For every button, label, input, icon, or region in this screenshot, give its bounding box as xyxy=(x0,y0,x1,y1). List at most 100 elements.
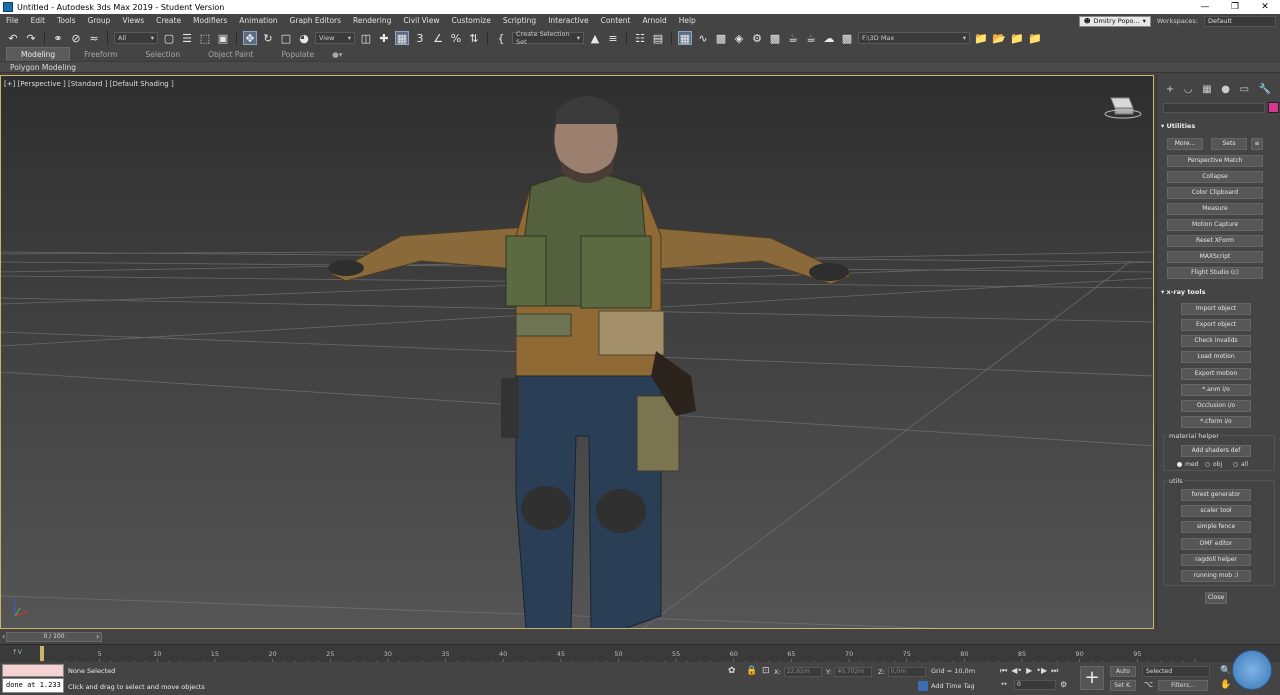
x-field[interactable]: 22,61m xyxy=(783,667,822,677)
key-mode-toggle-icon[interactable]: ⌥ xyxy=(1144,680,1153,689)
soldier-character-model[interactable] xyxy=(328,96,853,629)
user-account-button[interactable]: ☻ Dmitry Popo... ▾ xyxy=(1078,15,1151,27)
forest-generator-button[interactable]: forest generator xyxy=(1181,489,1251,501)
omf-editor-button[interactable]: OMF editor xyxy=(1181,538,1251,550)
rotate-icon[interactable]: ↻ xyxy=(261,31,275,45)
maxscript-listener-input[interactable] xyxy=(2,664,64,677)
menu-group[interactable]: Group xyxy=(82,14,117,28)
viewcube-icon[interactable] xyxy=(1103,94,1143,122)
perspective-match-button[interactable]: Perspective Match xyxy=(1167,155,1263,167)
window-crossing-icon[interactable]: ▣ xyxy=(216,31,230,45)
menu-views[interactable]: Views xyxy=(116,14,150,28)
menu-scripting[interactable]: Scripting xyxy=(497,14,542,28)
menu-interactive[interactable]: Interactive xyxy=(542,14,594,28)
tab-modeling[interactable]: Modeling xyxy=(6,47,71,62)
modify-tab-icon[interactable]: ◡ xyxy=(1184,84,1193,95)
workspace-select[interactable]: Default xyxy=(1204,15,1276,27)
radio-all[interactable]: all xyxy=(1233,461,1248,468)
menu-arnold[interactable]: Arnold xyxy=(636,14,672,28)
render-shortcuts-icon[interactable]: ▩ xyxy=(840,31,854,45)
spinner-snap-icon[interactable]: ⇅ xyxy=(467,31,481,45)
xray-tools-rollout-header[interactable]: ▾ x-ray tools xyxy=(1161,288,1279,296)
object-color-swatch[interactable] xyxy=(1268,102,1279,113)
named-selection-dropdown[interactable]: Create Selection Set ▾ xyxy=(512,30,584,46)
isolate-selection-icon[interactable]: ✿ xyxy=(728,666,736,676)
curve-editor-icon[interactable]: ∿ xyxy=(696,31,710,45)
reset-xform-button[interactable]: Reset XForm xyxy=(1167,235,1263,247)
set-key-button[interactable]: Set K. xyxy=(1110,680,1136,691)
occlusion-io-button[interactable]: Occlusion i/o xyxy=(1181,400,1251,412)
object-name-field[interactable] xyxy=(1163,103,1265,113)
ragdoll-helper-button[interactable]: ragdoll helper xyxy=(1181,554,1251,566)
rect-selection-icon[interactable]: ⬚ xyxy=(198,31,212,45)
menu-tools[interactable]: Tools xyxy=(51,14,81,28)
open-folder-icon[interactable]: 📂 xyxy=(992,31,1006,45)
flight-studio-button[interactable]: Flight Studio (c) xyxy=(1167,267,1263,279)
pivot-center-icon[interactable]: ◫ xyxy=(359,31,373,45)
menu-content[interactable]: Content xyxy=(595,14,637,28)
collapse-button[interactable]: Collapse xyxy=(1167,171,1263,183)
menu-help[interactable]: Help xyxy=(673,14,702,28)
viewport-label-menu[interactable]: [+] [Perspective ] [Standard ] [Default … xyxy=(4,80,174,88)
motion-capture-button[interactable]: Motion Capture xyxy=(1167,219,1263,231)
z-field[interactable]: 0,0m xyxy=(887,667,926,677)
key-mode-icon[interactable]: ↔ xyxy=(1001,680,1007,688)
export-motion-button[interactable]: Export motion xyxy=(1181,368,1251,380)
utilities-rollout-header[interactable]: ▾ Utilities xyxy=(1161,122,1279,130)
time-slider[interactable]: ‹ 0 / 100 › xyxy=(0,630,1280,644)
menu-file[interactable]: File xyxy=(0,14,25,28)
tab-freeform[interactable]: Freeform xyxy=(70,48,131,61)
render-iterative-icon[interactable]: ☕ xyxy=(804,31,818,45)
absolute-mode-icon[interactable]: ⊡ xyxy=(762,666,770,676)
time-slider-thumb[interactable]: 0 / 100 xyxy=(6,632,102,642)
sets-button[interactable]: Sets xyxy=(1211,138,1247,150)
scaler-tool-button[interactable]: scaler tool xyxy=(1181,505,1251,517)
running-mob-button[interactable]: running mob :) xyxy=(1181,570,1251,582)
maximize-icon[interactable]: ❐ xyxy=(1220,0,1250,14)
scene-explorer-icon[interactable]: ☷ xyxy=(633,31,647,45)
display-tab-icon[interactable]: ▭ xyxy=(1240,84,1249,95)
unlink-icon[interactable]: ⊘ xyxy=(69,31,83,45)
select-object-icon[interactable]: ▢ xyxy=(162,31,176,45)
project-folder-icon[interactable]: 📁 xyxy=(974,31,988,45)
next-frame-icon[interactable]: › xyxy=(96,632,99,641)
close-icon[interactable]: ✕ xyxy=(1250,0,1280,14)
ribbon-toggle-icon[interactable]: ▦ xyxy=(678,31,692,45)
keyboard-shortcut-toggle-icon[interactable]: ▦ xyxy=(395,31,409,45)
next-frame-icon[interactable]: •▶ xyxy=(1036,666,1047,676)
create-tab-icon[interactable]: + xyxy=(1166,84,1174,95)
track-bar-filter-icon[interactable]: ↑V xyxy=(12,648,22,656)
minimize-icon[interactable]: — xyxy=(1190,0,1220,14)
zoom-icon[interactable]: 🔍 xyxy=(1220,666,1231,676)
layer-explorer-icon[interactable]: ▤ xyxy=(651,31,665,45)
hierarchy-tab-icon[interactable]: ▦ xyxy=(1202,84,1211,95)
key-filters-button[interactable]: Filters... xyxy=(1158,680,1208,691)
add-time-tag-button[interactable]: Add Time Tag xyxy=(918,681,975,691)
undo-icon[interactable]: ↶ xyxy=(6,31,20,45)
reference-coordinate-dropdown[interactable]: View ▾ xyxy=(315,32,355,44)
selection-lock-icon[interactable]: 🔒 xyxy=(746,666,757,676)
prev-frame-icon[interactable]: ‹ xyxy=(2,632,5,641)
perspective-viewport[interactable]: [+] [Perspective ] [Standard ] [Default … xyxy=(0,75,1154,629)
add-shaders-def-button[interactable]: Add shaders def xyxy=(1181,445,1251,457)
menu-rendering[interactable]: Rendering xyxy=(347,14,397,28)
play-icon[interactable]: ▶ xyxy=(1026,666,1032,676)
maxscript-button[interactable]: MAXScript xyxy=(1167,251,1263,263)
save-folder-icon[interactable]: 📁 xyxy=(1010,31,1024,45)
menu-animation[interactable]: Animation xyxy=(233,14,283,28)
tab-object-paint[interactable]: Object Paint xyxy=(194,48,267,61)
check-invalids-button[interactable]: Check invalids xyxy=(1181,335,1251,347)
pan-icon[interactable]: ✋ xyxy=(1220,680,1231,690)
material-editor-icon[interactable]: ◈ xyxy=(732,31,746,45)
menu-create[interactable]: Create xyxy=(150,14,187,28)
key-filter-dropdown[interactable]: Selected xyxy=(1142,666,1210,677)
menu-civil-view[interactable]: Civil View xyxy=(397,14,445,28)
y-field[interactable]: 40,702m xyxy=(834,667,873,677)
close-button[interactable]: Close xyxy=(1205,592,1227,604)
menu-customize[interactable]: Customize xyxy=(445,14,496,28)
cform-io-button[interactable]: *.cform i/o xyxy=(1181,416,1251,428)
measure-button[interactable]: Measure xyxy=(1167,203,1263,215)
align-icon[interactable]: ≡ xyxy=(606,31,620,45)
import-object-button[interactable]: Import object xyxy=(1181,303,1251,315)
mirror-icon[interactable]: ▲ xyxy=(588,31,602,45)
